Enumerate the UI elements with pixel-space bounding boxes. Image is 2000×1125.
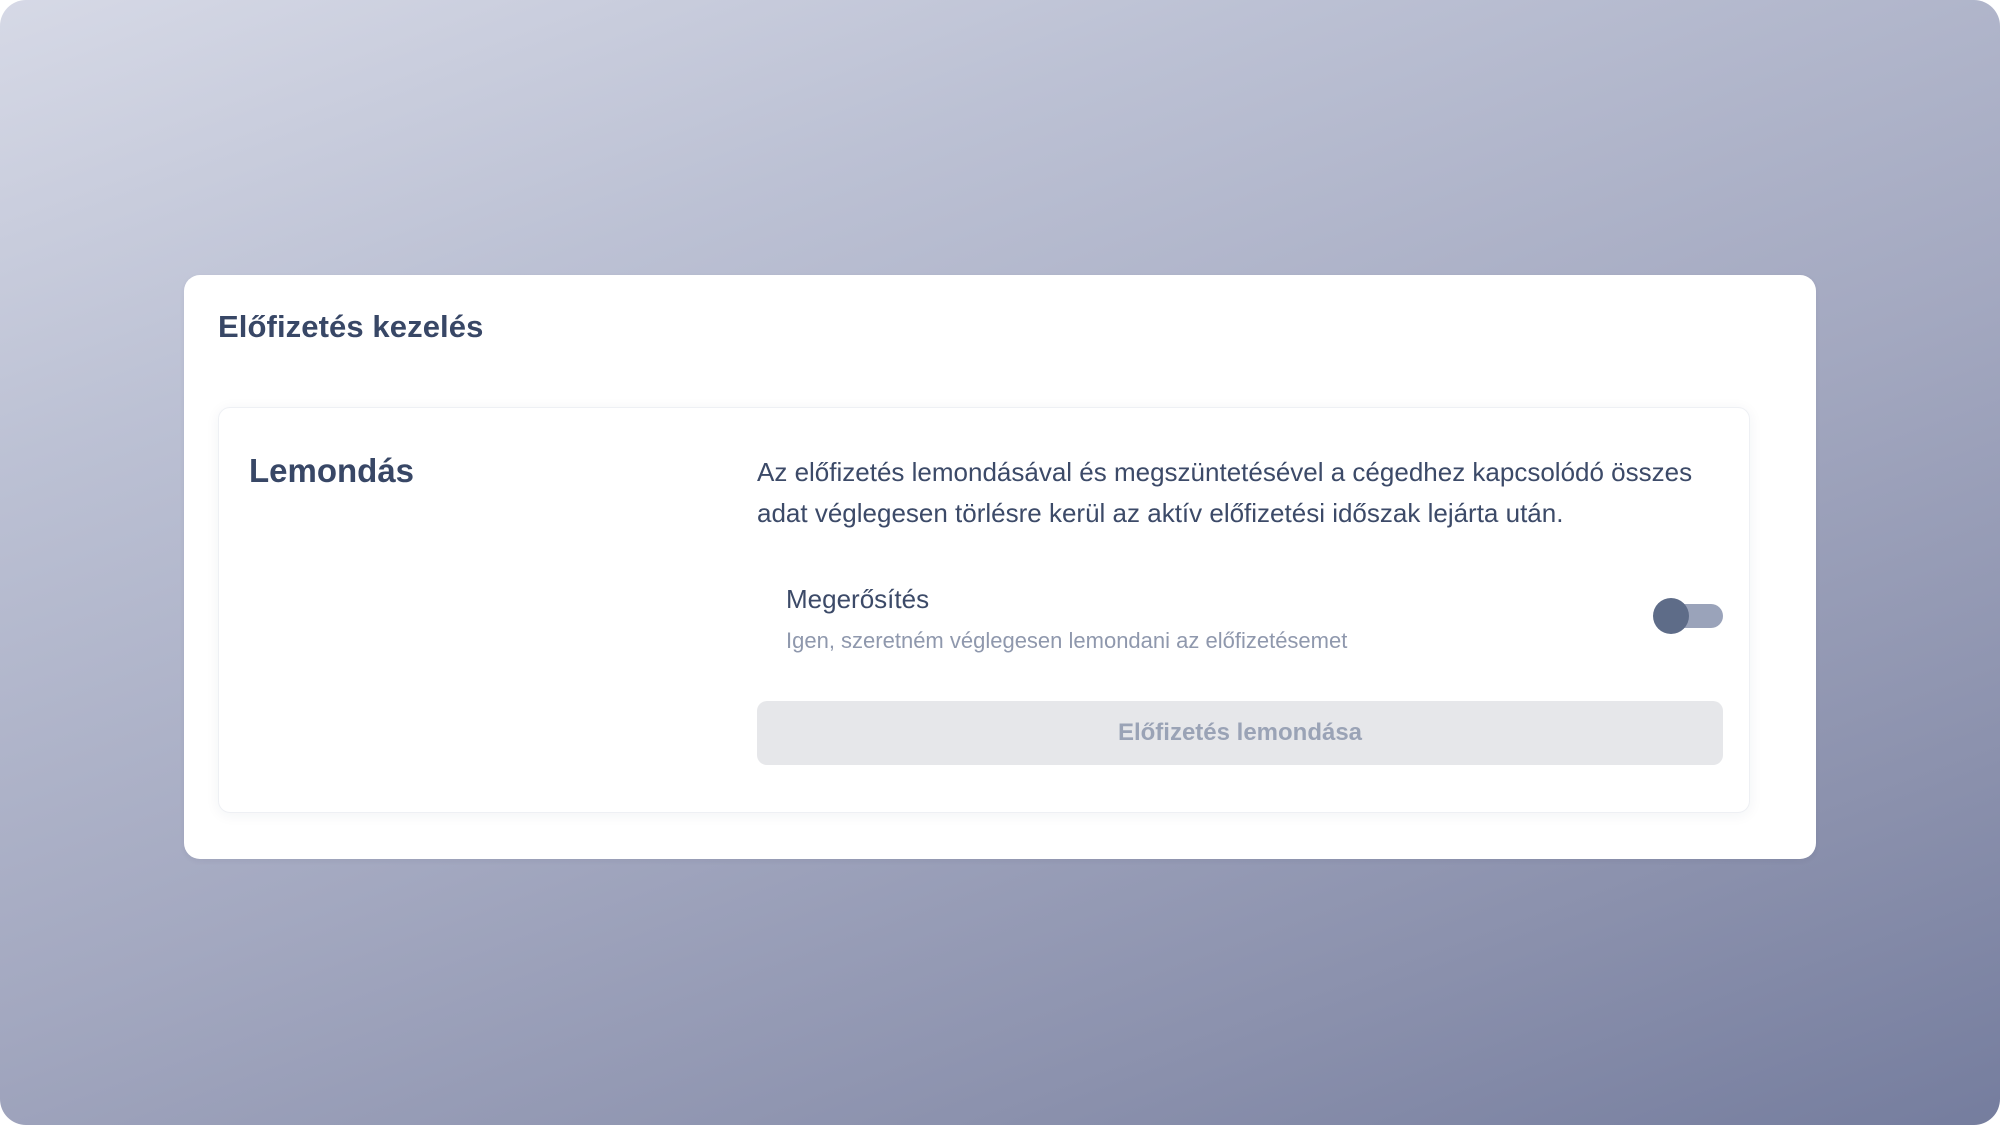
panel-title: Előfizetés kezelés [218,309,484,344]
cancellation-description: Az előfizetés lemondásával és megszüntet… [757,457,1693,528]
confirm-section: Megerősítés Igen, szeretném véglegesen l… [786,583,1486,655]
confirm-toggle[interactable] [1653,598,1723,634]
toggle-knob [1653,598,1689,634]
confirm-label: Megerősítés [786,584,930,614]
cancel-subscription-button[interactable]: Előfizetés lemondása [757,701,1723,765]
cancellation-card: Lemondás Az előfizetés lemondásával és m… [218,407,1750,813]
subscription-panel: Előfizetés kezelés Lemondás Az előfizeté… [184,275,1816,859]
background: Előfizetés kezelés Lemondás Az előfizeté… [0,0,2000,1125]
cancellation-heading: Lemondás [249,452,415,489]
confirm-help-text: Igen, szeretném véglegesen lemondani az … [786,628,1348,653]
